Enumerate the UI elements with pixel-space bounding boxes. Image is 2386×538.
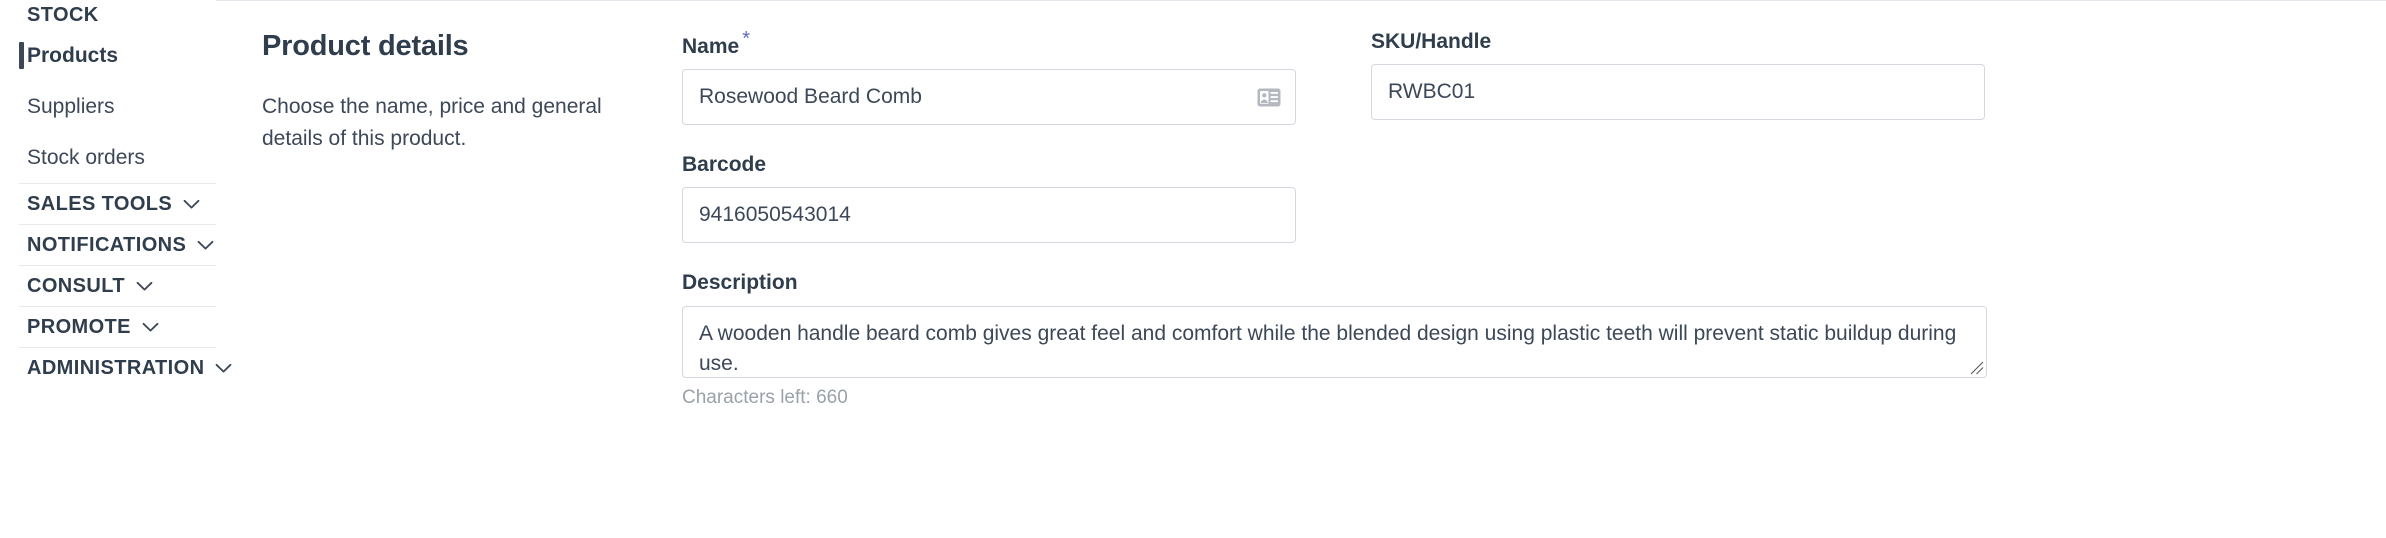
sidebar-group-label: PROMOTE	[27, 315, 131, 338]
description-textarea[interactable]	[682, 305, 1987, 378]
barcode-input-wrap	[682, 187, 1296, 244]
sidebar-group-promote[interactable]: PROMOTE	[0, 307, 216, 347]
sidebar: STOCK Products Suppliers Stock orders SA…	[0, 0, 232, 538]
sidebar-group-label: CONSULT	[27, 274, 125, 297]
chevron-down-icon	[142, 322, 159, 333]
sku-label: SKU/Handle	[1371, 30, 1492, 53]
sidebar-group-consult[interactable]: CONSULT	[0, 266, 216, 306]
description-textarea-wrap	[682, 305, 1987, 378]
sidebar-item-label: Stock orders	[27, 145, 145, 169]
chevron-down-icon	[136, 281, 153, 292]
name-label: Name *	[682, 29, 1296, 59]
description-label: Description	[682, 271, 798, 295]
name-input-wrap	[682, 69, 1296, 126]
field-description: Description Characters left: 660	[682, 270, 1987, 409]
app-root: STOCK Products Suppliers Stock orders SA…	[0, 0, 2386, 538]
barcode-label: Barcode	[682, 153, 767, 177]
sku-input[interactable]	[1371, 64, 1985, 121]
sidebar-group-notifications[interactable]: NOTIFICATIONS	[0, 225, 216, 265]
sku-input-wrap	[1371, 64, 1985, 121]
name-input[interactable]	[682, 69, 1296, 126]
product-details-section: Product details Choose the name, price a…	[262, 1, 2386, 409]
sidebar-group-label: ADMINISTRATION	[27, 356, 205, 379]
page-title: Product details	[262, 30, 469, 62]
section-intro: Product details Choose the name, price a…	[262, 29, 662, 409]
sidebar-group-label: NOTIFICATIONS	[27, 233, 187, 256]
field-name: Name *	[682, 29, 1296, 126]
sidebar-item-suppliers[interactable]: Suppliers	[0, 81, 216, 132]
contact-card-icon[interactable]	[1256, 86, 1282, 108]
characters-left-text: Characters left: 660	[682, 386, 848, 408]
sidebar-section-header-stock: STOCK	[27, 4, 99, 26]
chevron-down-icon	[197, 240, 214, 251]
sidebar-item-label: Suppliers	[27, 94, 115, 118]
sidebar-group-administration[interactable]: ADMINISTRATION	[0, 348, 232, 388]
required-asterisk: *	[742, 28, 750, 50]
section-description: Choose the name, price and general detai…	[262, 94, 602, 151]
field-barcode: Barcode	[682, 152, 1296, 244]
name-label-text: Name	[682, 35, 740, 58]
sidebar-item-products[interactable]: Products	[0, 30, 216, 81]
barcode-input[interactable]	[682, 187, 1296, 244]
sidebar-group-sales-tools[interactable]: SALES TOOLS	[0, 184, 216, 224]
product-form: Name * Rosewood Beard Comb SKU/Handle RW…	[662, 29, 2386, 409]
chevron-down-icon	[183, 199, 200, 210]
sidebar-item-label: Products	[27, 43, 119, 67]
main-content: Product details Choose the name, price a…	[216, 0, 2386, 538]
field-sku-handle: SKU/Handle	[1371, 29, 1985, 125]
sidebar-item-stock-orders[interactable]: Stock orders	[0, 132, 216, 183]
sidebar-group-label: SALES TOOLS	[27, 192, 173, 215]
